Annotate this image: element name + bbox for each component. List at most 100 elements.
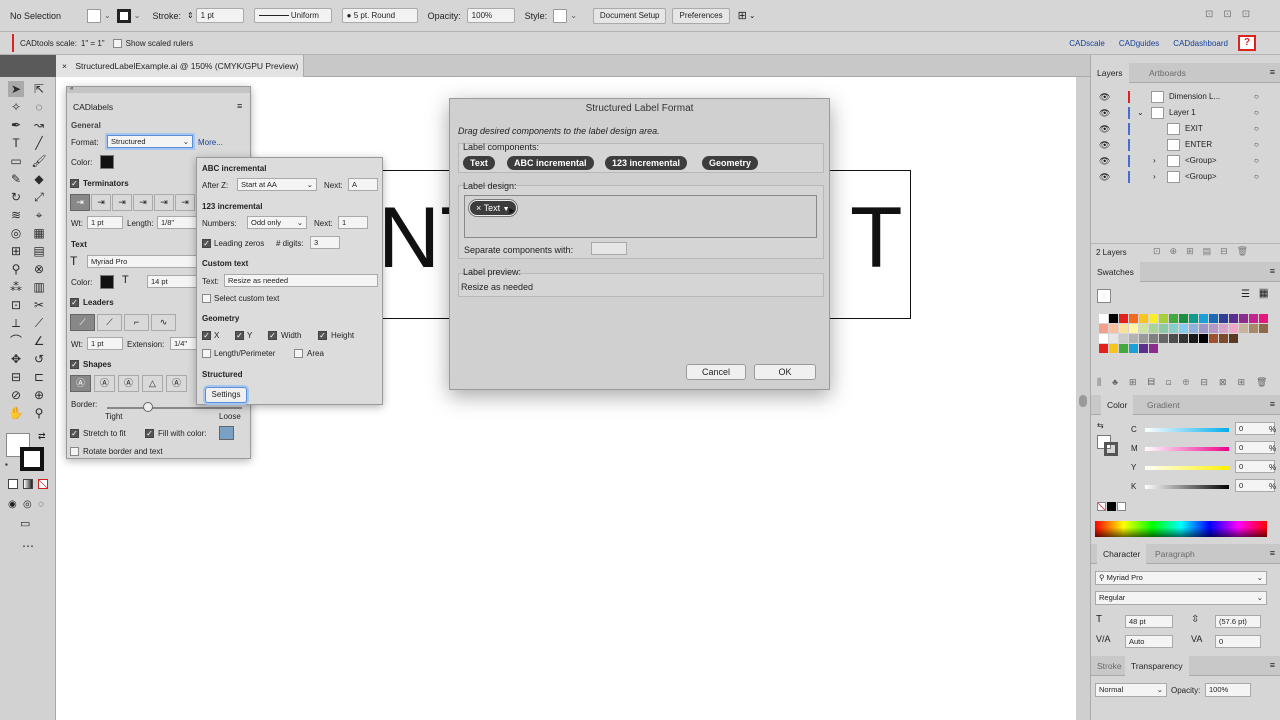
color-swatch-chip[interactable] (1119, 314, 1128, 323)
lasso-tool-icon[interactable]: ◌ (31, 99, 47, 115)
cad-offset-tool-icon[interactable]: ⊏ (31, 369, 47, 385)
character-menu-icon[interactable]: ≡ (1270, 548, 1275, 558)
collapse-icon[interactable]: « (70, 86, 73, 92)
color-swatch-chip[interactable] (1199, 314, 1208, 323)
color-swap-icon[interactable]: ⇆ (1097, 421, 1104, 430)
terminator-style-3[interactable]: ⇥ (112, 194, 132, 211)
cad-dimension-tool-icon[interactable]: ⟂ (8, 315, 24, 331)
stroke-dropdown-icon[interactable]: ⌄ (134, 11, 141, 20)
shape-style-4[interactable]: △ (142, 375, 163, 392)
color-swatch-chip[interactable] (1149, 334, 1158, 343)
cadlabels-header[interactable] (67, 87, 250, 93)
brush-dropdown[interactable]: ● 5 pt. Round (341, 8, 418, 23)
rectangle-tool-icon[interactable]: ▭ (8, 153, 24, 169)
leaders-checkbox[interactable]: ✓ (70, 298, 79, 307)
cadscale-link[interactable]: CADscale (1069, 39, 1105, 48)
cancel-button[interactable]: Cancel (686, 364, 746, 380)
color-swatch-chip[interactable] (1099, 334, 1108, 343)
arrange-dropdown-icon[interactable]: ⌄ (749, 11, 756, 20)
color-swatch-chip[interactable] (1109, 314, 1118, 323)
color-swatch-chip[interactable] (1219, 334, 1228, 343)
stroke-weight-field[interactable]: 1 pt (195, 8, 244, 23)
token-remove-icon[interactable]: × (476, 203, 481, 213)
default-colors-icon[interactable]: ▪ (5, 460, 8, 469)
wt-field[interactable]: 1 pt (87, 216, 123, 229)
slice-tool-icon[interactable]: ✂ (31, 297, 47, 313)
swatches-menu-icon[interactable]: ≡ (1270, 266, 1275, 276)
color-swatch-chip[interactable] (1189, 324, 1198, 333)
target-circle-icon[interactable]: ○ (1254, 89, 1259, 105)
leader-wt-field[interactable]: 1 pt (87, 337, 123, 350)
num-next-field[interactable]: 1 (338, 216, 368, 229)
show-scaled-rulers-checkbox[interactable] (112, 38, 122, 48)
target-circle-icon[interactable]: ○ (1254, 153, 1259, 169)
screen-mode-icon[interactable]: ▭ (20, 517, 30, 530)
color-swatch-chip[interactable] (1159, 314, 1168, 323)
layer-row[interactable]: 👁 EXIT ○ (1091, 121, 1280, 137)
char-leading-field[interactable]: (57.6 pt) (1215, 615, 1261, 628)
color-swatch-chip[interactable] (1179, 324, 1188, 333)
cad-measure-tool-icon[interactable]: ⊕ (31, 387, 47, 403)
cadguides-link[interactable]: CADguides (1119, 39, 1159, 48)
tab-gradient[interactable]: Gradient (1141, 395, 1186, 415)
color-swatch-chip[interactable] (1169, 334, 1178, 343)
tab-transparency[interactable]: Transparency (1125, 656, 1189, 676)
help-button[interactable]: ? (1238, 35, 1256, 51)
geometry-height-checkbox[interactable]: ✓ (318, 331, 327, 340)
shape-style-2[interactable]: Ⓐ (94, 375, 115, 392)
layer-row[interactable]: 👁 › <Group> ○ (1091, 153, 1280, 169)
fill-color-swatch-panel[interactable] (219, 426, 234, 440)
terminator-style-2[interactable]: ⇥ (91, 194, 111, 211)
color-swatch-chip[interactable] (1149, 344, 1158, 353)
black-swatch[interactable] (1107, 502, 1116, 511)
shaper-tool-icon[interactable]: ✎ (8, 171, 24, 187)
perspective-grid-tool-icon[interactable]: ▦ (31, 225, 47, 241)
color-swatch-chip[interactable] (1229, 334, 1238, 343)
draw-normal-icon[interactable]: ◉ (8, 499, 17, 510)
vertical-scrollbar[interactable] (1076, 77, 1090, 720)
color-swatch-chip[interactable] (1129, 344, 1138, 353)
rotate-border-checkbox[interactable] (70, 447, 79, 456)
color-swatch-chip[interactable] (1219, 324, 1228, 333)
graph-tool-icon[interactable]: ▥ (31, 279, 47, 295)
target-circle-icon[interactable]: ○ (1254, 169, 1259, 185)
visibility-eye-icon[interactable]: 👁 (1099, 105, 1110, 121)
digits-field[interactable]: 3 (310, 236, 340, 249)
preferences-button[interactable]: Preferences (672, 7, 730, 24)
cad-rotate-tool-icon[interactable]: ↺ (31, 351, 47, 367)
tab-layers[interactable]: Layers (1091, 63, 1129, 83)
color-swatch-chip[interactable] (1139, 334, 1148, 343)
tab-character[interactable]: Character (1097, 544, 1147, 564)
white-swatch[interactable] (1117, 502, 1126, 511)
layer-row[interactable]: 👁 ENTER ○ (1091, 137, 1280, 153)
cad-scale-tool-icon[interactable]: ⊟ (8, 369, 24, 385)
document-tab[interactable]: × StructuredLabelExample.ai @ 150% (CMYK… (56, 55, 304, 77)
channel-k-slider[interactable] (1145, 485, 1229, 489)
cad-move-tool-icon[interactable]: ✥ (8, 351, 24, 367)
document-setup-button[interactable]: Document Setup (592, 7, 667, 24)
select-custom-text-checkbox[interactable] (202, 294, 211, 303)
color-swatch-chip[interactable] (1119, 324, 1128, 333)
more-link[interactable]: More... (198, 138, 223, 147)
color-swatch-chip[interactable] (1209, 314, 1218, 323)
hand-tool-icon[interactable]: ✋ (8, 405, 24, 421)
color-swatch-chip[interactable] (1099, 344, 1108, 353)
color-swatch-chip[interactable] (1229, 324, 1238, 333)
leader-style-1[interactable]: ⟋ (70, 314, 95, 331)
color-swatch-chip[interactable] (1249, 324, 1258, 333)
cad-arc-tool-icon[interactable]: ⌒ (8, 333, 24, 349)
cad-edit-tool-icon[interactable]: ⊘ (8, 387, 24, 403)
label-text-right[interactable]: T (850, 195, 903, 281)
free-transform-tool-icon[interactable]: ⌖ (31, 207, 47, 223)
separator-field[interactable] (591, 242, 627, 255)
cad-scale-value[interactable]: 1" = 1" (81, 39, 105, 48)
tab-paragraph[interactable]: Paragraph (1149, 544, 1201, 564)
color-swatch-chip[interactable] (1189, 334, 1198, 343)
shape-builder-tool-icon[interactable]: ◎ (8, 225, 24, 241)
arrange-icon[interactable]: ⊞ (738, 9, 747, 22)
none-swatch[interactable] (1097, 502, 1106, 511)
terminator-style-5[interactable]: ⇥ (154, 194, 174, 211)
artboard-tool-icon[interactable]: ⊡ (8, 297, 24, 313)
type-tool-icon[interactable]: T (8, 135, 24, 151)
color-swatch-chip[interactable] (1169, 314, 1178, 323)
